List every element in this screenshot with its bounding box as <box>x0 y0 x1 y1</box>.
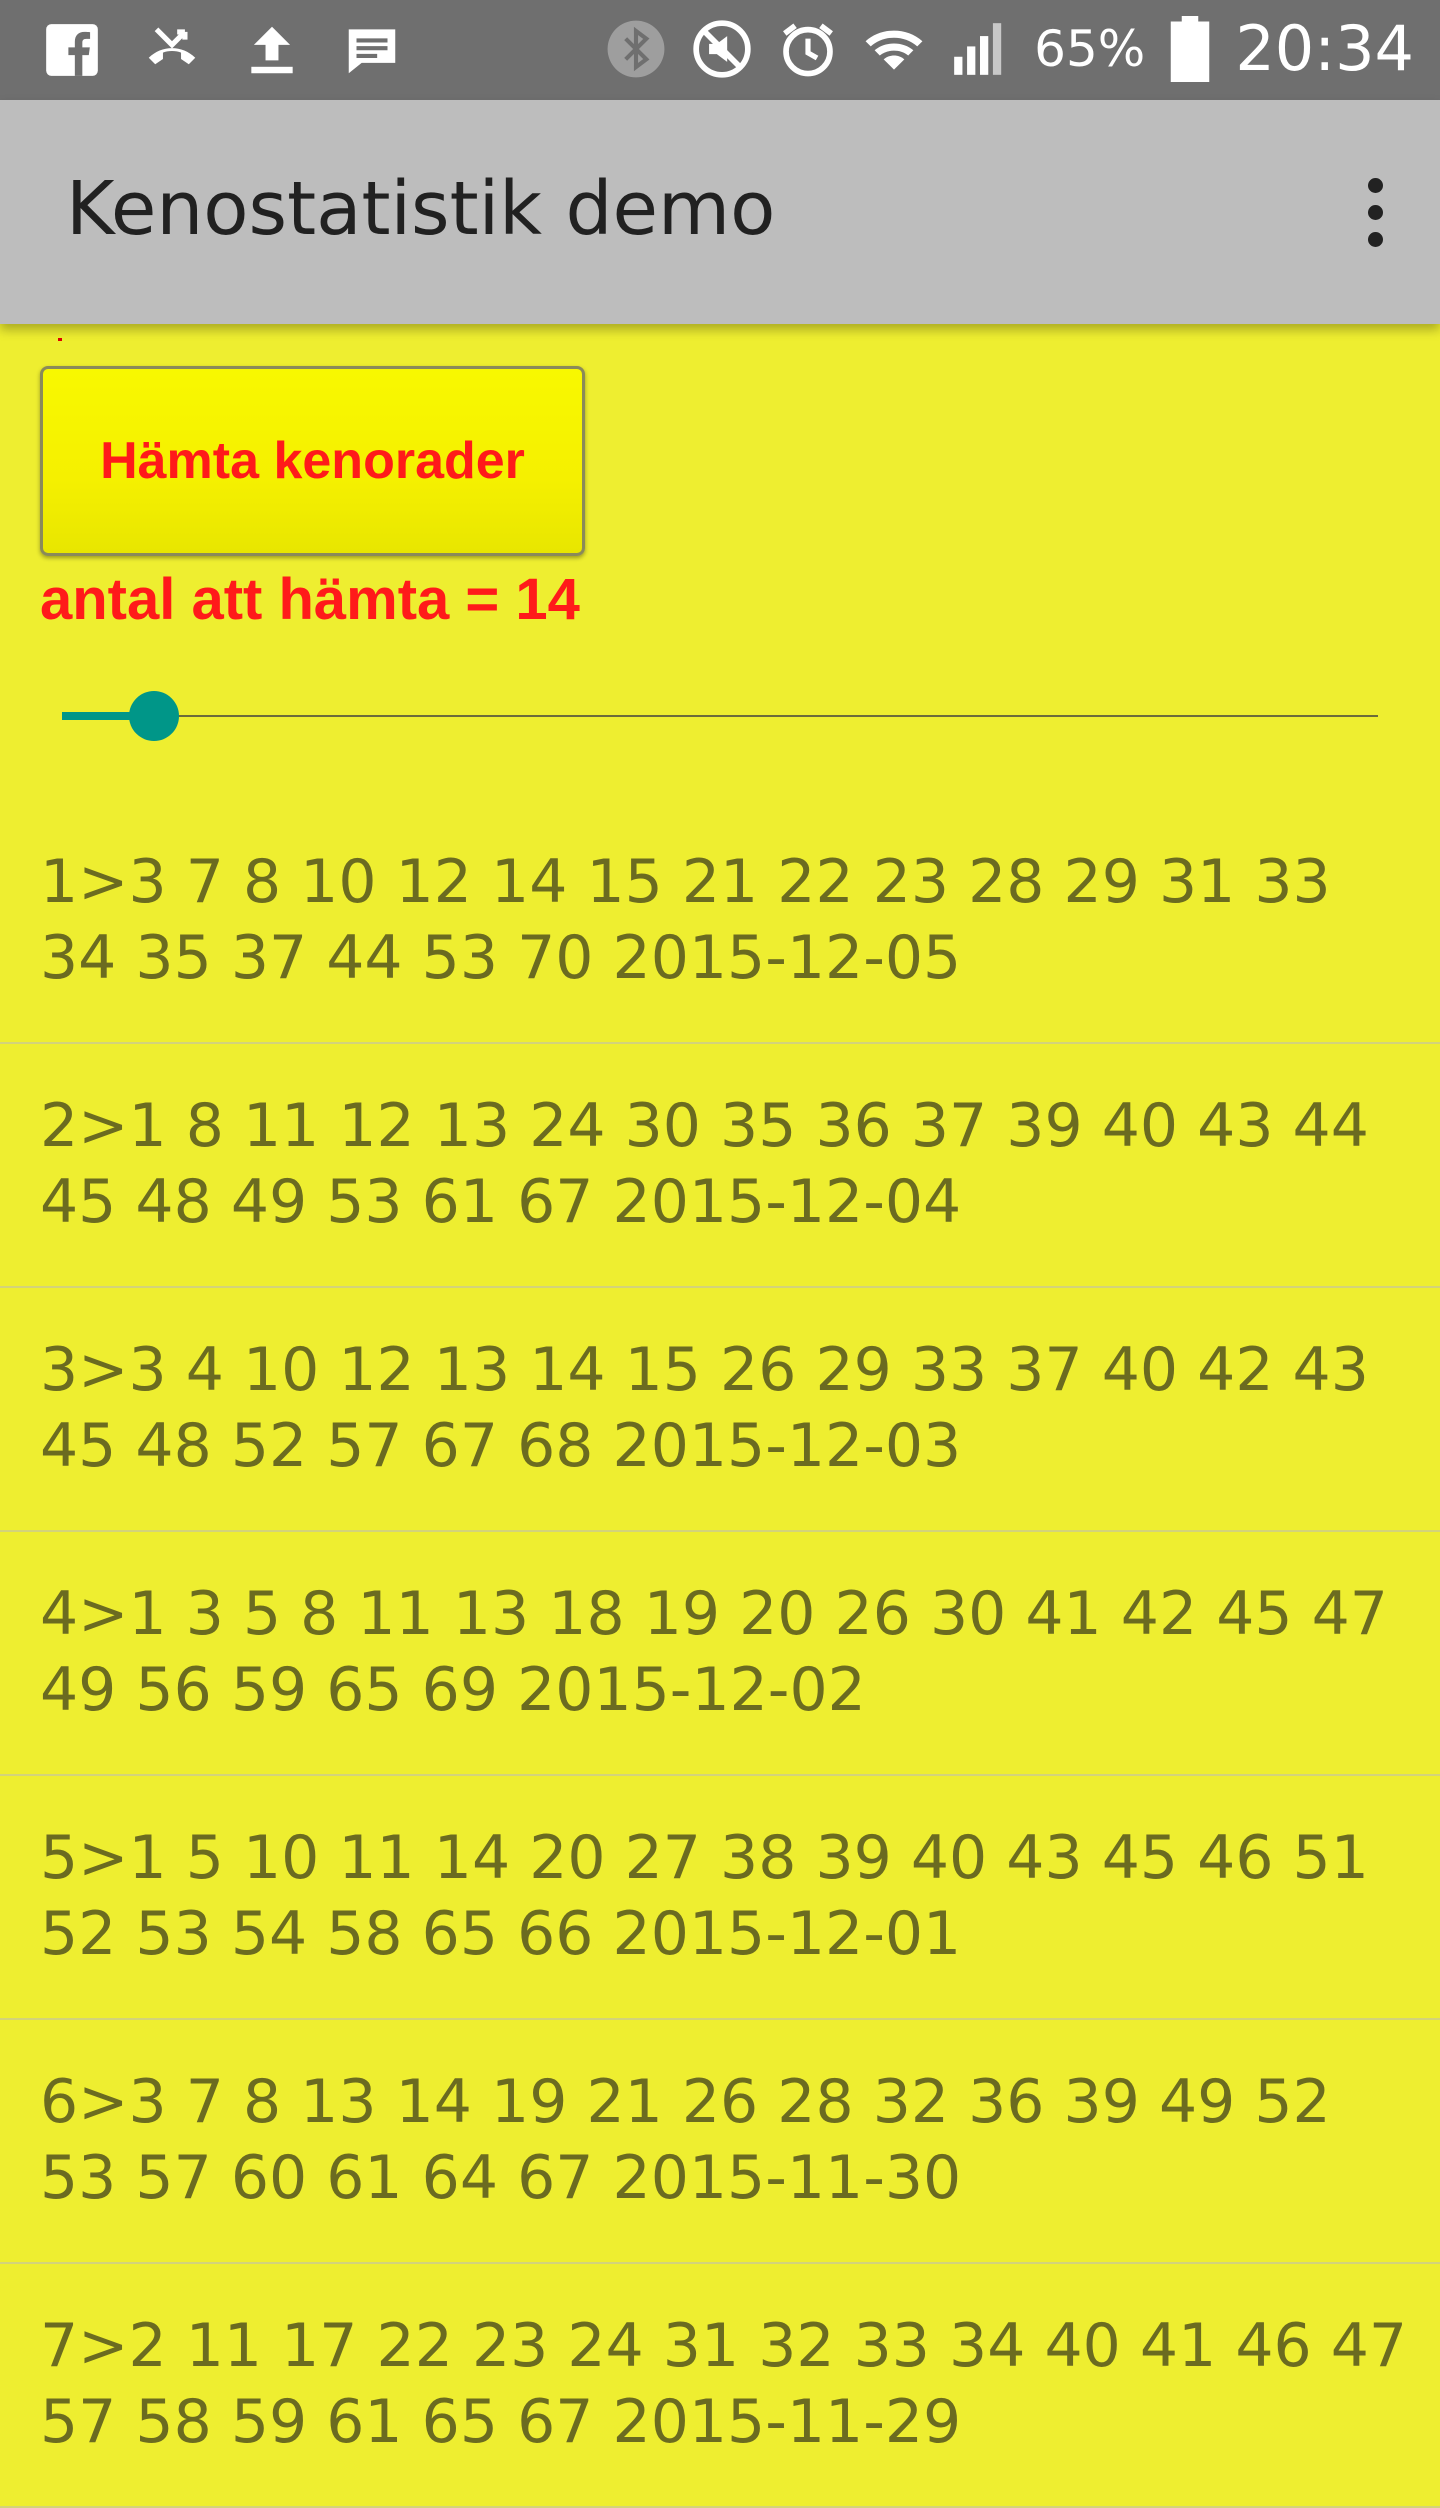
app-bar: Kenostatistik demo <box>0 100 1440 324</box>
list-item[interactable]: 4>1 3 5 8 11 13 18 19 20 26 30 41 42 45 … <box>0 1532 1440 1776</box>
wifi-icon <box>862 13 926 85</box>
decorative-mark <box>58 338 62 341</box>
list-item[interactable]: 1>3 7 8 10 12 14 15 21 22 23 28 29 31 33… <box>0 800 1440 1044</box>
app-title: Kenostatistik demo <box>66 166 776 252</box>
mute-icon <box>690 13 754 85</box>
main-content: Hämta kenorader antal att hämta = 14 1>3… <box>0 324 1440 2508</box>
list-item[interactable]: 2>1 8 11 12 13 24 30 35 36 37 39 40 43 4… <box>0 1044 1440 1288</box>
facebook-icon <box>40 14 104 86</box>
battery-icon <box>1167 13 1213 85</box>
menu-dot <box>1367 177 1383 193</box>
overflow-menu-icon[interactable] <box>1340 160 1410 264</box>
list-item[interactable]: 5>1 5 10 11 14 20 27 38 39 40 43 45 46 5… <box>0 1776 1440 2020</box>
message-icon <box>340 14 404 86</box>
draw-list[interactable]: 1>3 7 8 10 12 14 15 21 22 23 28 29 31 33… <box>0 800 1440 2508</box>
status-bar: 65% 20:34 <box>0 0 1440 100</box>
slider-track <box>62 715 1378 717</box>
upload-icon <box>240 14 304 86</box>
menu-dot <box>1367 231 1383 247</box>
list-item[interactable]: 7>2 11 17 22 23 24 31 32 33 34 40 41 46 … <box>0 2264 1440 2508</box>
battery-percent: 65% <box>1034 19 1146 78</box>
alarm-icon <box>776 13 840 85</box>
fetch-count-slider[interactable] <box>62 686 1378 746</box>
clock-time: 20:34 <box>1235 12 1414 85</box>
slider-thumb[interactable] <box>129 691 180 741</box>
system-indicators: 65% 20:34 <box>604 12 1414 85</box>
fetch-draws-button[interactable]: Hämta kenorader <box>40 366 585 556</box>
fetch-count-label: antal att hämta = 14 <box>40 567 580 632</box>
bluetooth-icon <box>604 13 668 85</box>
notification-icons <box>40 14 404 86</box>
list-item[interactable]: 6>3 7 8 13 14 19 21 26 28 32 36 39 49 52… <box>0 2020 1440 2264</box>
missed-call-icon <box>140 14 204 86</box>
list-item[interactable]: 3>3 4 10 12 13 14 15 26 29 33 37 40 42 4… <box>0 1288 1440 1532</box>
menu-dot <box>1367 204 1383 220</box>
signal-icon <box>948 13 1012 85</box>
